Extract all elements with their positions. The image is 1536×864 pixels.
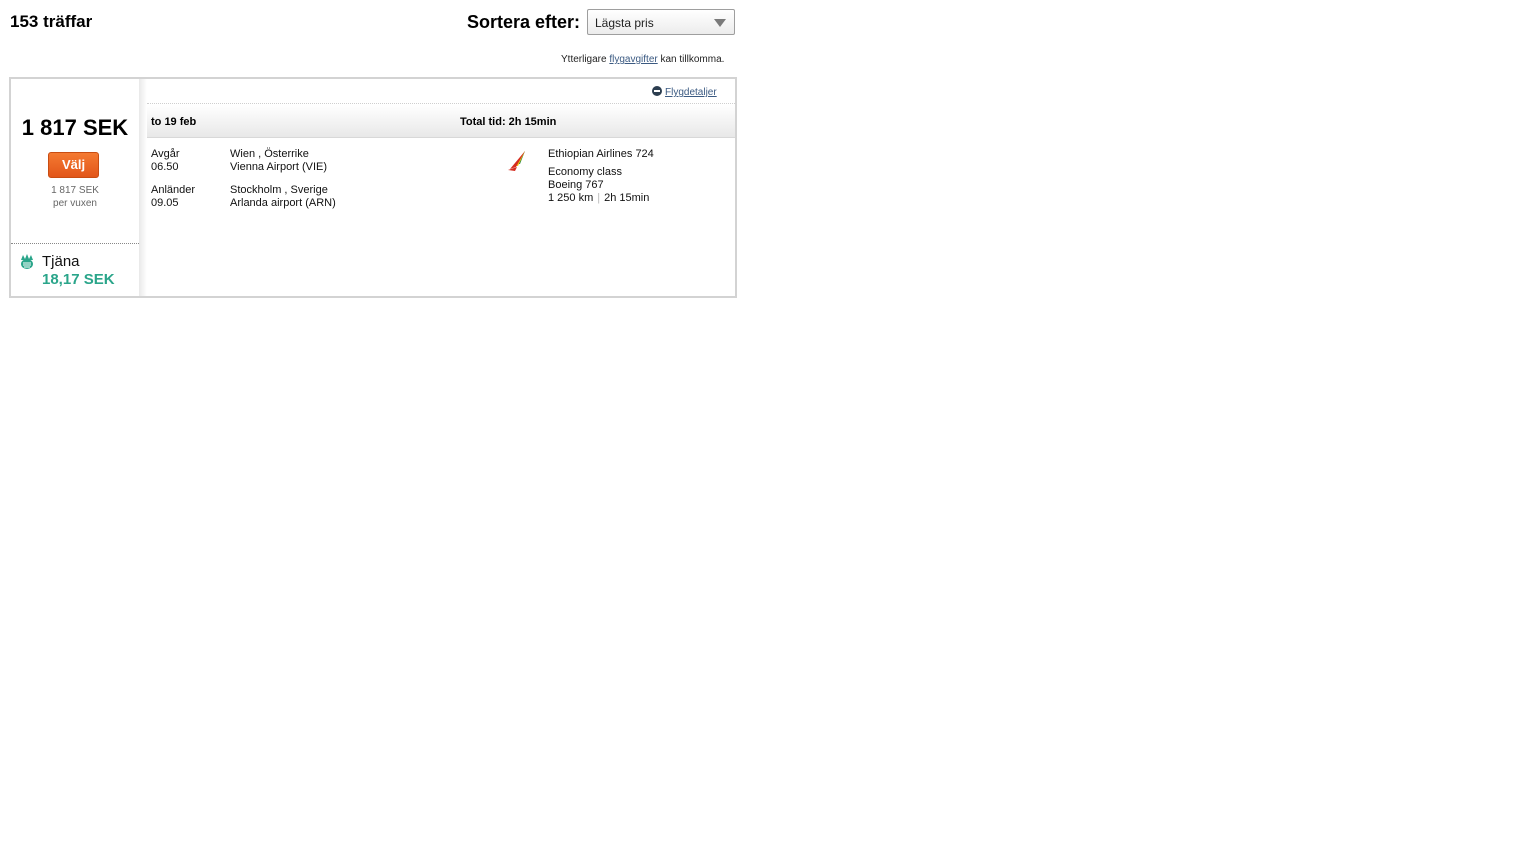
departure-airport: Vienna Airport (VIE) <box>230 161 328 173</box>
per-person-label: per vuxen <box>53 198 97 209</box>
flight-details-link[interactable]: Flygdetaljer <box>652 86 717 98</box>
sort-selected-value: Lägsta pris <box>595 16 654 30</box>
flight-date: to 19 feb <box>151 116 197 128</box>
per-person-amount: 1 817 SEK <box>51 185 99 196</box>
departure-info: Avgår 06.50 <box>151 148 180 174</box>
aircraft-type: Boeing 767 <box>548 179 604 191</box>
flight-info: Ethiopian Airlines 724 Economy class Boe… <box>548 148 654 205</box>
sort-select[interactable]: Lägsta pris <box>587 9 735 35</box>
earn-amount: 18,17 SEK <box>42 271 115 288</box>
departure-label: Avgår <box>151 148 180 160</box>
fees-note: Ytterligare flygavgifter kan tillkomma. <box>561 54 724 65</box>
departure-city: Wien , Österrike <box>230 148 309 160</box>
earn-label: Tjäna <box>42 253 80 270</box>
price-column: 1 817 SEK Välj 1 817 SEK per vuxen Tjäna… <box>11 79 139 296</box>
arrival-airport: Arlanda airport (ARN) <box>230 197 336 209</box>
flight-duration: 2h 15min <box>604 192 650 204</box>
departure-place: Wien , Österrike Vienna Airport (VIE) <box>230 148 327 174</box>
column-shadow <box>139 79 147 296</box>
chevron-down-icon <box>714 19 726 27</box>
divider <box>11 243 139 244</box>
separator: | <box>597 192 601 204</box>
bonus-piggy-icon <box>18 253 36 276</box>
arrival-city: Stockholm , Sverige <box>230 184 328 196</box>
results-count: 153 träffar <box>10 12 93 31</box>
cabin-class: Economy class <box>548 166 622 178</box>
select-button[interactable]: Välj <box>48 152 99 178</box>
arrival-label: Anländer <box>151 184 196 196</box>
arrival-info: Anländer 09.05 <box>151 184 195 210</box>
departure-time: 06.50 <box>151 161 179 173</box>
offer-price: 1 817 SEK <box>21 115 129 140</box>
fees-suffix: kan tillkomma. <box>660 54 725 65</box>
flight-distance: 1 250 km <box>548 192 594 204</box>
collapse-icon <box>652 86 662 96</box>
fees-link[interactable]: flygavgifter <box>609 54 657 65</box>
flight-offer-card: 1 817 SEK Välj 1 817 SEK per vuxen Tjäna… <box>9 77 737 298</box>
distance-duration: 1 250 km | 2h 15min <box>548 192 654 205</box>
header-divider <box>147 103 735 104</box>
airline-flight: Ethiopian Airlines 724 <box>548 148 654 160</box>
flight-date-bar: to 19 feb Total tid: 2h 15min <box>147 105 735 138</box>
arrival-place: Stockholm , Sverige Arlanda airport (ARN… <box>230 184 336 210</box>
flight-details-label: Flygdetaljer <box>665 87 717 98</box>
sort-label: Sortera efter: <box>467 12 581 32</box>
total-time: Total tid: 2h 15min <box>460 116 557 128</box>
arrival-time: 09.05 <box>151 197 179 209</box>
per-person-price: 1 817 SEK per vuxen <box>11 184 139 210</box>
fees-prefix: Ytterligare <box>561 54 607 65</box>
ethiopian-airlines-logo-icon <box>505 150 529 179</box>
